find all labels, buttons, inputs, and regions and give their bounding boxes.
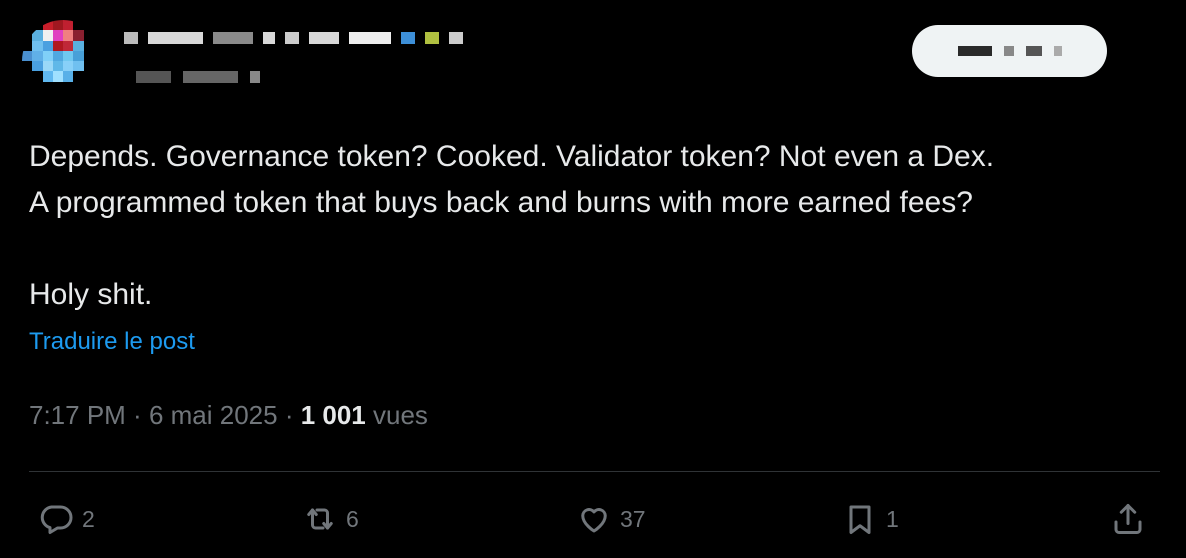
redaction-mark	[1053, 46, 1062, 56]
reply-icon	[40, 505, 73, 534]
author-name-redacted[interactable]	[124, 22, 594, 54]
views-label: vues	[373, 400, 428, 430]
avatar[interactable]	[22, 20, 104, 102]
like-button[interactable]: 37	[576, 496, 646, 542]
reply-count: 2	[82, 505, 95, 532]
redaction-mark	[1025, 46, 1042, 56]
post-date[interactable]: 6 mai 2025	[149, 400, 278, 430]
reply-button[interactable]: 2	[38, 496, 95, 542]
share-icon	[1114, 504, 1142, 534]
translate-post-link[interactable]: Traduire le post	[29, 328, 195, 356]
meta-separator: ·	[277, 400, 301, 430]
post-time[interactable]: 7:17 PM	[29, 400, 126, 430]
redaction-mark	[1003, 46, 1014, 56]
repost-button[interactable]: 6	[302, 496, 359, 542]
bookmark-icon	[849, 505, 871, 534]
meta-separator: ·	[125, 400, 149, 430]
follow-button-label-redacted	[957, 46, 992, 56]
share-button[interactable]	[1110, 496, 1146, 542]
follow-button[interactable]	[912, 25, 1107, 77]
author-handle-redacted[interactable]	[136, 66, 311, 88]
like-count: 37	[620, 505, 646, 532]
repost-icon	[307, 508, 333, 530]
heart-icon	[581, 508, 607, 533]
bookmark-count: 1	[886, 505, 899, 532]
post-meta: 7:17 PM · 6 mai 2025 · 1 001 vues	[29, 400, 428, 431]
bookmark-button[interactable]: 1	[842, 496, 899, 542]
views-count[interactable]: 1 001	[301, 400, 366, 430]
repost-count: 6	[346, 505, 359, 532]
divider	[29, 471, 1160, 472]
post-text: Depends. Governance token? Cooked. Valid…	[29, 140, 995, 311]
